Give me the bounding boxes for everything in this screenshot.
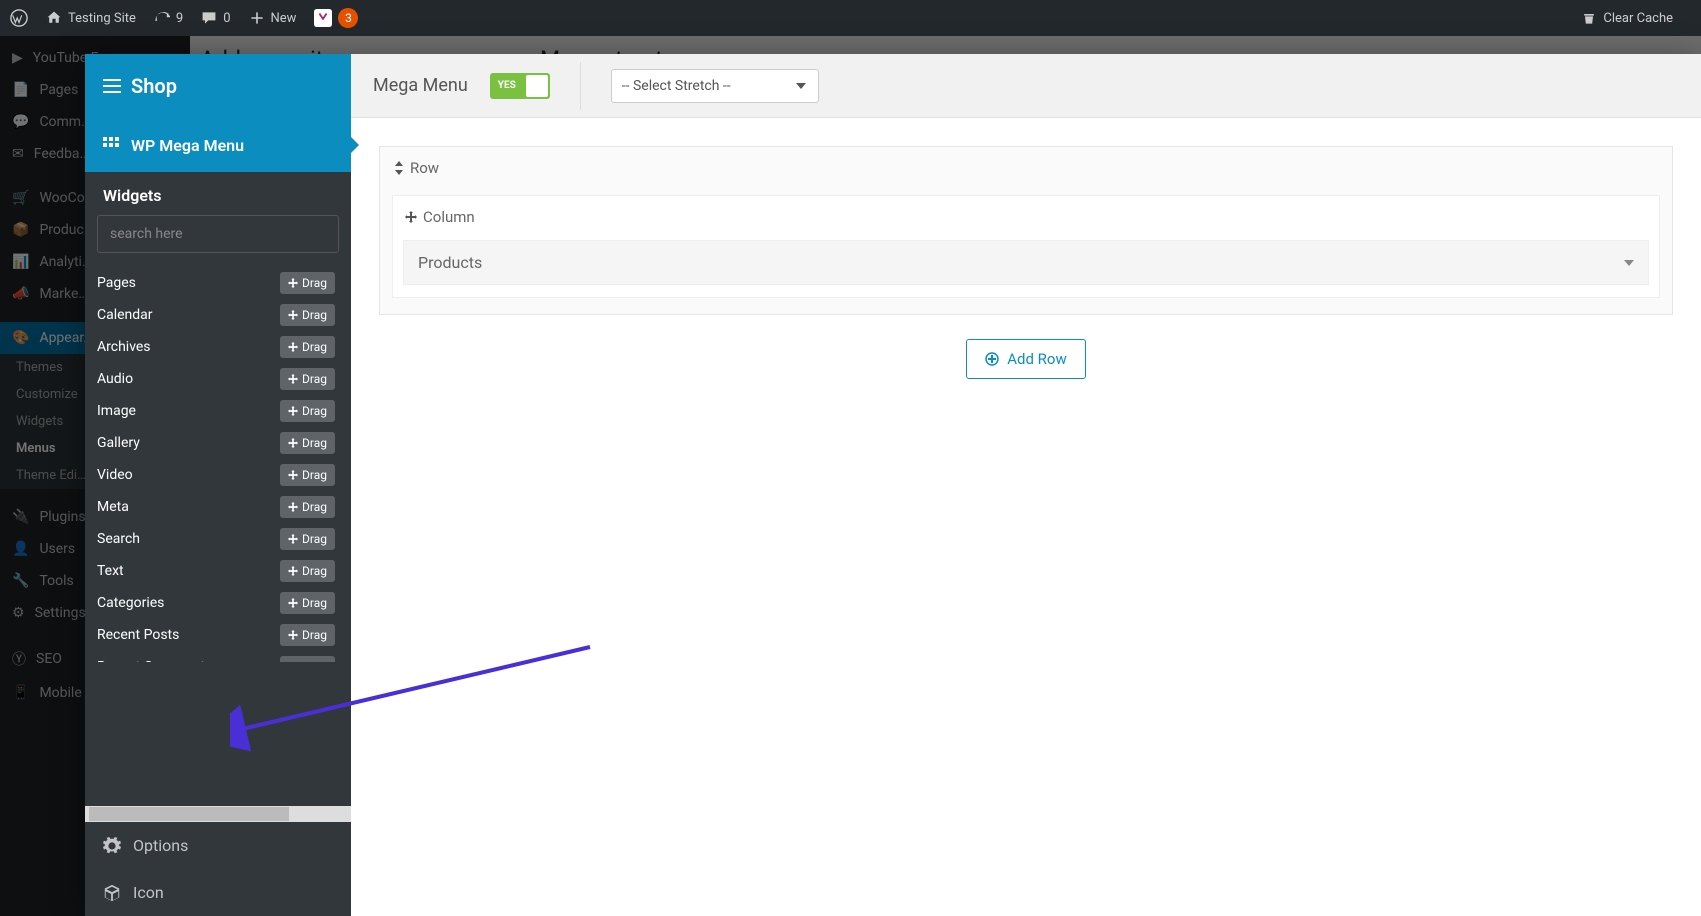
wp-admin-bar: Testing Site 9 0 New 3 Clear Cache — [0, 0, 1701, 36]
column-header[interactable]: Column — [393, 196, 1659, 234]
widget-label: Recent Comments — [97, 659, 212, 662]
widget-label: Video — [97, 467, 133, 483]
options-link[interactable]: Options — [85, 822, 351, 869]
widget-label: Text — [97, 563, 124, 579]
new-content-link[interactable]: New — [249, 10, 297, 26]
widget-label: Recent Posts — [97, 627, 179, 643]
widget-drag-handle[interactable]: Drag — [280, 560, 335, 582]
widgets-heading: Widgets — [85, 172, 351, 215]
yoast-link[interactable]: 3 — [314, 8, 358, 28]
widget-list-item: Video Drag — [95, 459, 335, 491]
widget-label: Pages — [97, 275, 136, 291]
widget-list-item: Recent Comments Drag — [95, 651, 335, 662]
widget-drag-handle[interactable]: Drag — [280, 400, 335, 422]
mega-menu-title: Mega Menu — [373, 75, 468, 96]
mega-menu-shop-header: Shop — [85, 54, 351, 118]
wp-logo[interactable] — [10, 9, 28, 27]
widget-drag-handle[interactable]: Drag — [280, 528, 335, 550]
widget-list-item: Image Drag — [95, 395, 335, 427]
caret-down-icon — [1624, 260, 1634, 266]
icon-link[interactable]: Icon — [85, 869, 351, 916]
move-icon — [405, 211, 417, 223]
yoast-badge: 3 — [338, 8, 358, 28]
widget-label: Archives — [97, 339, 151, 355]
mega-menu-modal: Shop WP Mega Menu Widgets PagesDragCalen… — [85, 54, 1701, 916]
widget-drag-handle[interactable]: Drag — [280, 592, 335, 614]
home-icon — [46, 10, 62, 26]
widget-list-item: Recent Posts Drag — [95, 619, 335, 651]
widget-search-input[interactable] — [97, 215, 339, 253]
row-header[interactable]: Row — [380, 147, 1672, 189]
hamburger-icon — [103, 79, 121, 93]
mega-menu-main: Mega Menu YES -- Select Stretch -- Row — [351, 54, 1701, 916]
widget-label: Gallery — [97, 435, 140, 451]
grid-icon — [103, 137, 119, 153]
widget-list-item: Meta Drag — [95, 491, 335, 523]
widget-label: Audio — [97, 371, 133, 387]
widget-label: Search — [97, 531, 140, 547]
widget-drag-handle[interactable]: Drag — [280, 656, 335, 662]
widget-label: Meta — [97, 499, 129, 515]
widget-list-item: Gallery Drag — [95, 427, 335, 459]
menu-row: Row Column Products — [379, 146, 1673, 315]
yoast-icon — [314, 9, 332, 27]
mega-menu-topbar: Mega Menu YES -- Select Stretch -- — [351, 54, 1701, 118]
widget-label: Calendar — [97, 307, 153, 323]
mega-menu-toggle[interactable]: YES — [490, 73, 550, 99]
menu-column: Column Products — [392, 195, 1660, 298]
site-name-link[interactable]: Testing Site — [46, 10, 136, 26]
plus-icon — [249, 10, 265, 26]
updates-link[interactable]: 9 — [154, 10, 183, 26]
widget-list-item: Search Drag — [95, 523, 335, 555]
wp-mega-menu-tab[interactable]: WP Mega Menu — [85, 118, 351, 172]
comments-link[interactable]: 0 — [201, 10, 230, 26]
widget-drag-handle[interactable]: Drag — [280, 304, 335, 326]
widgets-list[interactable]: Pages Drag Calendar Drag Archives Drag Audio Dr… — [95, 267, 335, 662]
widget-drag-handle[interactable]: Drag — [280, 336, 335, 358]
comment-icon — [201, 10, 217, 26]
widget-list-item: Audio Drag — [95, 363, 335, 395]
widget-list-item: Categories Drag — [95, 587, 335, 619]
sort-icon — [394, 161, 404, 175]
stretch-select[interactable]: -- Select Stretch -- — [611, 69, 819, 103]
widget-drag-handle[interactable]: Drag — [280, 272, 335, 294]
widget-label: Image — [97, 403, 136, 419]
widget-drag-handle[interactable]: Drag — [280, 368, 335, 390]
widget-drag-handle[interactable]: Drag — [280, 496, 335, 518]
widget-list-item: Pages Drag — [95, 267, 335, 299]
widget-drag-handle[interactable]: Drag — [280, 624, 335, 646]
refresh-icon — [154, 10, 170, 26]
plus-circle-icon — [985, 352, 999, 366]
horizontal-scrollbar[interactable] — [85, 806, 351, 822]
mega-menu-sidebar: Shop WP Mega Menu Widgets PagesDragCalen… — [85, 54, 351, 916]
add-row-button[interactable]: Add Row — [966, 339, 1086, 379]
widget-drag-handle[interactable]: Drag — [280, 464, 335, 486]
widget-list-item: Calendar Drag — [95, 299, 335, 331]
site-name: Testing Site — [68, 11, 136, 26]
cube-icon — [103, 884, 121, 902]
mega-menu-canvas: Row Column Products Add Row — [351, 118, 1701, 916]
gear-icon — [103, 837, 121, 855]
widget-label: Categories — [97, 595, 164, 611]
widget-list-item: Archives Drag — [95, 331, 335, 363]
widget-drag-handle[interactable]: Drag — [280, 432, 335, 454]
trash-icon — [1581, 10, 1597, 26]
widget-list-item: Text Drag — [95, 555, 335, 587]
widget-products[interactable]: Products — [403, 240, 1649, 285]
clear-cache-link[interactable]: Clear Cache — [1581, 10, 1673, 26]
